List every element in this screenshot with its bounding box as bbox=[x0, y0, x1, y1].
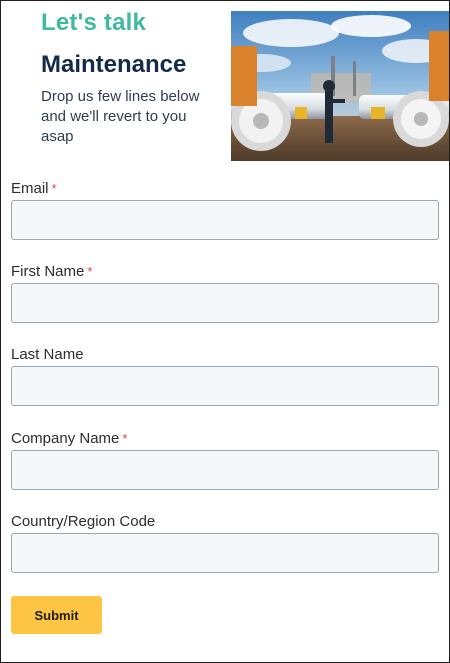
submit-button[interactable]: Submit bbox=[11, 596, 102, 634]
country-region-code-input[interactable] bbox=[11, 533, 439, 573]
company-name-input[interactable] bbox=[11, 450, 439, 490]
last-name-input[interactable] bbox=[11, 366, 439, 406]
email-input[interactable] bbox=[11, 200, 439, 240]
hero-photo bbox=[231, 11, 449, 161]
required-marker: * bbox=[87, 264, 93, 279]
first-name-field: First Name * bbox=[11, 262, 439, 323]
hero-title: Maintenance bbox=[41, 51, 187, 78]
email-label: Email * bbox=[11, 180, 57, 197]
required-marker: * bbox=[122, 431, 128, 446]
hero-section: Let's talk Maintenance Drop us few lines… bbox=[1, 1, 449, 171]
pipeline-photo-illustration bbox=[231, 11, 449, 161]
required-marker: * bbox=[51, 181, 57, 196]
form-card: Let's talk Maintenance Drop us few lines… bbox=[0, 0, 450, 663]
company-name-label: Company Name * bbox=[11, 430, 128, 447]
country-region-code-label: Country/Region Code bbox=[11, 513, 156, 530]
last-name-label: Last Name bbox=[11, 346, 84, 363]
hero-description: Drop us few lines below and we'll revert… bbox=[41, 88, 200, 145]
last-name-field: Last Name bbox=[11, 345, 439, 406]
company-name-field: Company Name * bbox=[11, 429, 439, 490]
hero-kicker: Let's talk bbox=[41, 9, 147, 36]
email-field: Email * bbox=[11, 179, 439, 240]
country-region-code-field: Country/Region Code bbox=[11, 512, 439, 573]
first-name-label: First Name * bbox=[11, 263, 93, 280]
first-name-input[interactable] bbox=[11, 283, 439, 323]
